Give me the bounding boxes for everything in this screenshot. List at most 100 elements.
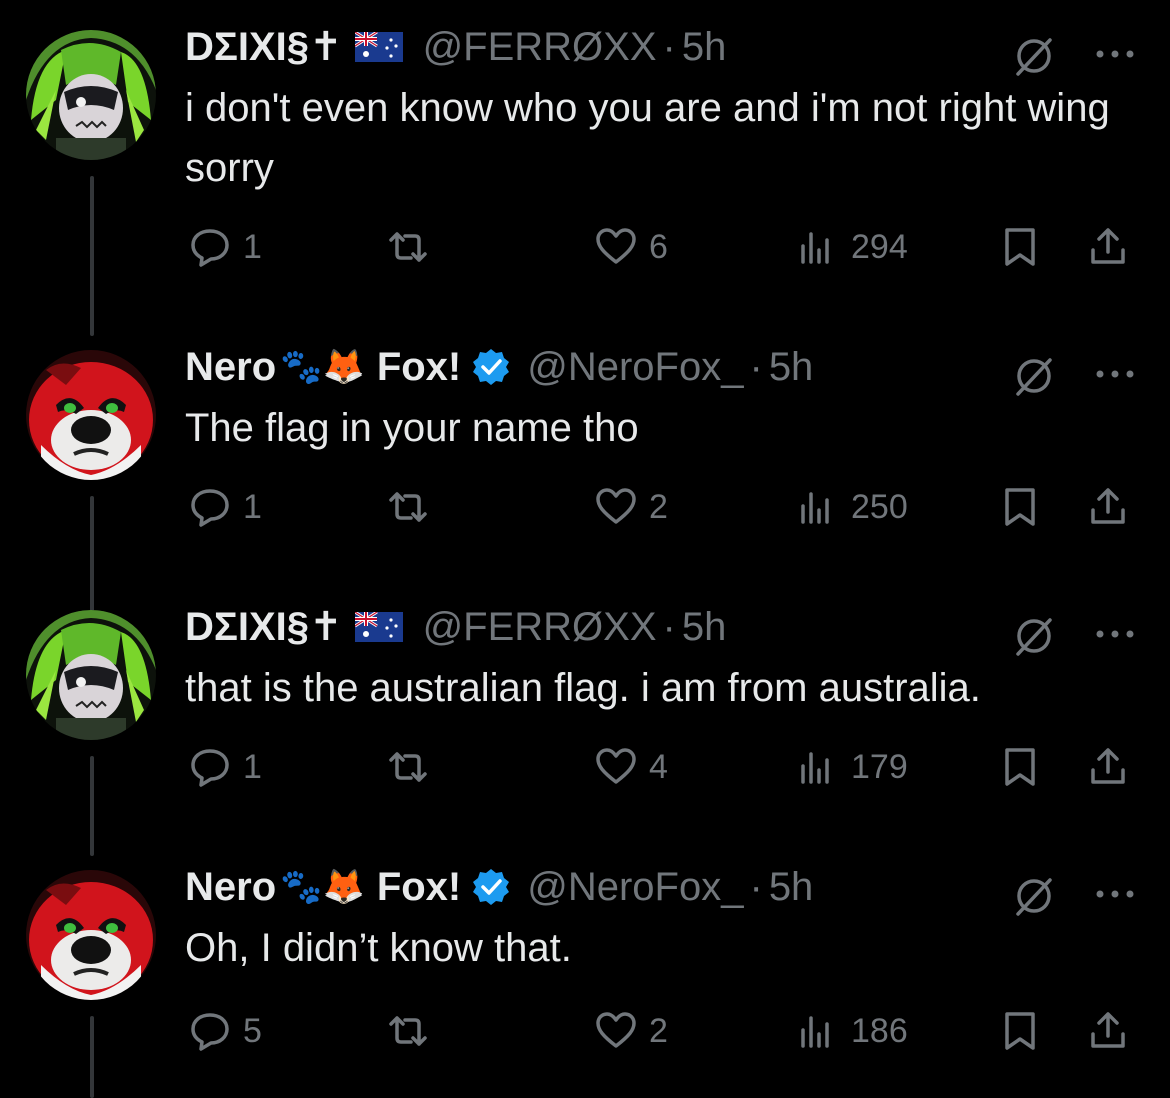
- share-icon: [1091, 488, 1125, 524]
- grok-icon[interactable]: [1012, 354, 1056, 398]
- avatar-nerofox[interactable]: [26, 350, 156, 480]
- timestamp[interactable]: 5h: [682, 605, 727, 650]
- views-chart-icon: [801, 232, 829, 264]
- views-count: 186: [851, 1011, 908, 1050]
- tweet[interactable]: DΣIXI§✝ @FERRØXX · 5h: [0, 0, 1170, 336]
- timestamp[interactable]: 5h: [769, 345, 814, 390]
- reply-button[interactable]: 1: [187, 222, 262, 272]
- like-count: 6: [649, 227, 668, 266]
- verified-badge-icon[interactable]: [471, 347, 511, 387]
- bookmark-button[interactable]: [997, 1006, 1043, 1056]
- timestamp[interactable]: 5h: [769, 865, 814, 910]
- avatar-nerofox[interactable]: [26, 870, 156, 1000]
- display-name[interactable]: DΣIXI§✝: [185, 24, 343, 70]
- reply-icon: [191, 1013, 229, 1051]
- reply-button[interactable]: 5: [187, 1006, 262, 1056]
- tweet-text: Oh, I didn’t know that.: [185, 926, 572, 970]
- thread-connector-line: [90, 1016, 94, 1098]
- heart-icon: [596, 748, 636, 784]
- retweet-button[interactable]: [385, 742, 441, 792]
- handle[interactable]: @FERRØXX: [423, 25, 657, 70]
- views-chart-icon: [801, 752, 829, 784]
- bookmark-icon: [1005, 488, 1035, 526]
- australia-flag-icon: [354, 612, 403, 642]
- views-button[interactable]: 250: [795, 482, 908, 532]
- views-button[interactable]: 294: [795, 222, 908, 272]
- share-button[interactable]: [1085, 1006, 1131, 1056]
- tweet[interactable]: DΣIXI§✝ @FERRØXX · 5h: [0, 580, 1170, 856]
- heart-icon: [596, 488, 636, 524]
- reply-button[interactable]: 1: [187, 742, 262, 792]
- handle[interactable]: @FERRØXX: [423, 605, 657, 650]
- handle[interactable]: @NeroFox_: [527, 865, 743, 910]
- grok-icon[interactable]: [1012, 874, 1056, 918]
- tweet-actions: 1 4 179: [185, 742, 1145, 792]
- retweet-icon: [389, 752, 427, 782]
- share-icon: [1091, 1012, 1125, 1048]
- views-chart-icon: [801, 492, 829, 524]
- heart-icon: [596, 1012, 636, 1048]
- reply-icon: [191, 229, 229, 267]
- share-icon: [1091, 748, 1125, 784]
- reply-icon: [191, 749, 229, 787]
- paw-and-fox-emoji: 🐾🦊: [280, 348, 365, 386]
- retweet-button[interactable]: [385, 222, 441, 272]
- share-button[interactable]: [1085, 482, 1131, 532]
- more-options-icon[interactable]: [1090, 352, 1140, 396]
- handle[interactable]: @NeroFox_: [527, 345, 743, 390]
- retweet-button[interactable]: [385, 482, 441, 532]
- bookmark-icon: [1005, 228, 1035, 266]
- display-name[interactable]: Nero: [185, 865, 276, 910]
- tweet-text: i don't even know who you are and i'm no…: [185, 86, 1110, 190]
- tweet-header: DΣIXI§✝ @FERRØXX · 5h: [185, 22, 726, 72]
- verified-badge-icon[interactable]: [471, 867, 511, 907]
- more-options-icon[interactable]: [1090, 612, 1140, 656]
- paw-and-fox-emoji: 🐾🦊: [280, 868, 365, 906]
- more-options-icon[interactable]: [1090, 32, 1140, 76]
- reply-count: 1: [243, 227, 262, 266]
- australia-flag-icon: [354, 32, 403, 62]
- bookmark-button[interactable]: [997, 482, 1043, 532]
- like-button[interactable]: 4: [593, 742, 668, 792]
- avatar-deixis[interactable]: [26, 30, 156, 160]
- reply-count: 1: [243, 487, 262, 526]
- retweet-button[interactable]: [385, 1006, 441, 1056]
- more-options-icon[interactable]: [1090, 872, 1140, 916]
- views-button[interactable]: 179: [795, 742, 908, 792]
- share-button[interactable]: [1085, 222, 1131, 272]
- display-name-suffix[interactable]: Fox!: [377, 345, 461, 390]
- tweet[interactable]: Nero 🐾🦊 Fox! @NeroFox_ · 5h Oh, I didn’t…: [0, 840, 1170, 1098]
- tweet-text: that is the australian flag. i am from a…: [185, 666, 981, 710]
- avatar-deixis[interactable]: [26, 610, 156, 740]
- reply-icon: [191, 489, 229, 527]
- retweet-icon: [389, 232, 427, 262]
- timestamp[interactable]: 5h: [682, 25, 727, 70]
- like-button[interactable]: 2: [593, 1006, 668, 1056]
- like-count: 2: [649, 1011, 668, 1050]
- share-button[interactable]: [1085, 742, 1131, 792]
- tweet-actions: 1 6 294: [185, 222, 1145, 272]
- like-button[interactable]: 2: [593, 482, 668, 532]
- display-name[interactable]: Nero: [185, 345, 276, 390]
- views-button[interactable]: 186: [795, 1006, 908, 1056]
- tweet-actions: 5 2 186: [185, 1006, 1145, 1056]
- views-count: 294: [851, 227, 908, 266]
- reply-button[interactable]: 1: [187, 482, 262, 532]
- bookmark-button[interactable]: [997, 222, 1043, 272]
- bookmark-button[interactable]: [997, 742, 1043, 792]
- grok-icon[interactable]: [1012, 614, 1056, 658]
- conversation-thread: DΣIXI§✝ @FERRØXX · 5h i don't even know …: [0, 0, 1170, 1098]
- grok-icon[interactable]: [1012, 34, 1056, 78]
- like-button[interactable]: 6: [593, 222, 668, 272]
- views-count: 179: [851, 747, 908, 786]
- tweet-header: Nero 🐾🦊 Fox! @NeroFox_ · 5h: [185, 862, 813, 912]
- tweet[interactable]: Nero 🐾🦊 Fox! @NeroFox_ · 5h The flag in …: [0, 320, 1170, 656]
- separator-dot: ·: [749, 344, 763, 389]
- heart-icon: [596, 228, 636, 264]
- display-name-suffix[interactable]: Fox!: [377, 865, 461, 910]
- tweet-actions: 1 2 250: [185, 482, 1145, 532]
- bookmark-icon: [1005, 1012, 1035, 1050]
- like-count: 2: [649, 487, 668, 526]
- tweet-text: The flag in your name tho: [185, 406, 639, 450]
- display-name[interactable]: DΣIXI§✝: [185, 604, 343, 650]
